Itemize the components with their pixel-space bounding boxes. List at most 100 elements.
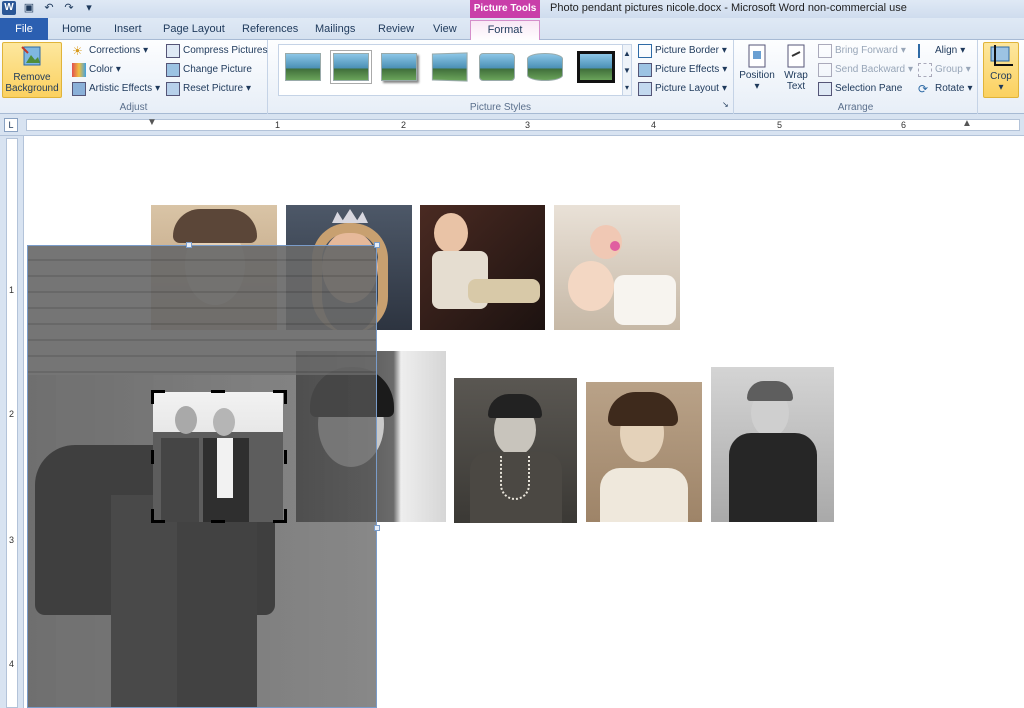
arrange-group-label: Arrange — [837, 102, 874, 113]
tab-page-layout[interactable]: Page Layout — [153, 20, 235, 40]
crop-handle-corner[interactable] — [284, 390, 287, 404]
tab-view[interactable]: View — [423, 20, 467, 40]
scroll-up-icon[interactable]: ▲ — [623, 45, 631, 62]
ruler-number: 4 — [9, 659, 15, 669]
document-page[interactable] — [25, 137, 1024, 708]
crop-handle-corner[interactable] — [151, 509, 154, 523]
picture-border-button[interactable]: Picture Border ▾ — [638, 42, 727, 60]
reset-picture-button[interactable]: Reset Picture ▾ — [166, 80, 251, 98]
chevron-down-icon: ▾ — [143, 45, 149, 56]
picture-border-icon — [638, 44, 652, 58]
chevron-down-icon: ▾ — [115, 64, 121, 75]
indent-marker-icon[interactable]: ▼ — [147, 117, 157, 128]
scroll-down-icon[interactable]: ▼ — [623, 62, 631, 79]
tab-insert[interactable]: Insert — [104, 20, 152, 40]
rotate-icon: ⟳ — [918, 82, 929, 96]
ruler-number: 1 — [275, 120, 281, 130]
picture-style-thumb[interactable] — [431, 52, 468, 82]
gallery-more-icon[interactable]: ▾ — [623, 79, 631, 96]
photo-woman-with-pearls[interactable] — [454, 378, 577, 523]
bring-forward-button[interactable]: Bring Forward ▾ — [818, 42, 906, 60]
change-picture-icon — [166, 63, 180, 77]
ruler-number: 4 — [651, 120, 657, 130]
picture-effects-icon — [638, 63, 652, 77]
photo-two-babies[interactable] — [554, 205, 680, 330]
tab-format[interactable]: Format — [470, 20, 540, 41]
wrap-text-button[interactable]: Wrap Text — [780, 42, 812, 92]
group-label: Group — [935, 64, 963, 75]
photo-two-women-cropped-area[interactable] — [153, 392, 283, 522]
crop-handle-edge[interactable] — [151, 450, 154, 464]
redo-icon[interactable]: ↷ — [62, 1, 76, 15]
right-indent-marker-icon[interactable]: ▲ — [962, 118, 972, 129]
crop-handle-edge[interactable] — [211, 520, 225, 523]
picture-effects-button[interactable]: Picture Effects ▾ — [638, 61, 727, 79]
tab-selector[interactable]: L — [4, 118, 18, 132]
save-icon[interactable]: ▣ — [22, 1, 36, 15]
selection-pane-button[interactable]: Selection Pane — [818, 80, 902, 98]
tab-file[interactable]: File — [0, 18, 48, 40]
remove-background-label: Remove Background — [5, 72, 59, 94]
picture-style-thumb[interactable] — [527, 53, 563, 81]
tab-mailings[interactable]: Mailings — [305, 20, 365, 40]
photo-victorian-woman[interactable] — [711, 367, 834, 522]
chevron-down-icon: ▾ — [960, 45, 966, 56]
picture-tools-context-label: Picture Tools — [470, 0, 540, 18]
tab-home[interactable]: Home — [52, 20, 101, 40]
crop-label: Crop — [990, 71, 1012, 82]
ruler-number: 3 — [525, 120, 531, 130]
position-button[interactable]: Position ▾ — [738, 42, 776, 92]
resize-handle[interactable] — [186, 242, 192, 248]
adjust-group: Remove Background ☀ Corrections ▾ Color … — [0, 40, 268, 114]
picture-layout-button[interactable]: Picture Layout ▾ — [638, 80, 727, 98]
horizontal-ruler-strip[interactable]: 1 2 3 4 5 6 ▼ ▲ — [26, 117, 1020, 131]
ruler-number: 5 — [777, 120, 783, 130]
vertical-ruler-strip[interactable]: 1 2 3 4 — [6, 138, 18, 708]
wrap-text-icon — [787, 44, 805, 68]
rotate-button[interactable]: ⟳ Rotate ▾ — [918, 80, 973, 98]
crop-button[interactable]: Crop ▾ — [983, 42, 1019, 98]
align-button[interactable]: Align ▾ — [918, 42, 965, 60]
crop-handle-edge[interactable] — [211, 390, 225, 393]
chevron-down-icon: ▾ — [998, 82, 1004, 93]
artistic-effects-button[interactable]: Artistic Effects ▾ — [72, 80, 160, 98]
undo-icon[interactable]: ↶ — [42, 1, 56, 15]
change-picture-button[interactable]: Change Picture — [166, 61, 252, 79]
picture-style-thumb[interactable] — [479, 53, 515, 81]
wrap-text-label: Wrap Text — [784, 70, 808, 92]
position-icon — [748, 44, 766, 68]
photo-toddler-on-couch[interactable] — [420, 205, 545, 330]
rotate-label: Rotate — [935, 83, 965, 94]
picture-style-thumb[interactable] — [381, 53, 417, 81]
crop-handle-corner[interactable] — [284, 509, 287, 523]
bring-forward-icon — [818, 44, 832, 58]
tab-review[interactable]: Review — [368, 20, 424, 40]
remove-background-button[interactable]: Remove Background — [2, 42, 62, 98]
crop-handle-edge[interactable] — [284, 450, 287, 464]
customize-qat-icon[interactable]: ▾ — [82, 1, 96, 15]
photo-woman-sepia-curls[interactable] — [586, 382, 702, 522]
dialog-launcher-icon[interactable]: ↘ — [722, 100, 729, 109]
quick-access-toolbar: ▣ ↶ ↷ ▾ — [22, 1, 96, 15]
picture-style-thumb[interactable] — [285, 53, 321, 81]
chevron-down-icon: ▾ — [721, 45, 727, 56]
corrections-button[interactable]: ☀ Corrections ▾ — [72, 42, 148, 60]
group-button[interactable]: Group ▾ — [918, 61, 971, 79]
resize-handle[interactable] — [374, 525, 380, 531]
ruler-number: 3 — [9, 535, 15, 545]
sun-icon: ☀ — [72, 44, 83, 58]
word-app-icon[interactable]: W — [2, 1, 16, 15]
send-backward-button[interactable]: Send Backward ▾ — [818, 61, 913, 79]
tab-references[interactable]: References — [232, 20, 308, 40]
gallery-scroll[interactable]: ▲ ▼ ▾ — [622, 44, 632, 96]
compress-pictures-button[interactable]: Compress Pictures — [166, 42, 267, 60]
artistic-effects-icon — [72, 82, 86, 96]
picture-style-thumb[interactable] — [333, 53, 369, 81]
color-button[interactable]: Color ▾ — [72, 61, 121, 79]
chevron-down-icon: ▾ — [722, 64, 728, 75]
picture-style-thumb-selected[interactable] — [577, 51, 615, 83]
resize-handle[interactable] — [374, 242, 380, 248]
remove-background-icon — [21, 46, 41, 66]
crop-handle-corner[interactable] — [151, 390, 154, 404]
chevron-down-icon: ▾ — [967, 83, 973, 94]
